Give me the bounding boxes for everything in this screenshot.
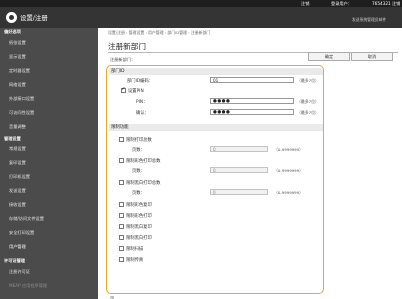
breadcrumb[interactable]: 设置/注册 : 管理设置 : 用户管理 : 部门ID管理 : 注册新部门 bbox=[108, 30, 210, 36]
restrict-item-checkbox[interactable] bbox=[119, 213, 124, 218]
dept-id-input[interactable]: 01 bbox=[210, 77, 294, 83]
restrict-item-checkbox[interactable] bbox=[119, 224, 124, 229]
limit-total-checkbox[interactable] bbox=[119, 137, 124, 142]
sidebar-item[interactable]: 安全打印设置 bbox=[9, 230, 34, 236]
pin-label: PIN： bbox=[136, 100, 148, 105]
main-content: 设置/注册 : 管理设置 : 用户管理 : 部门ID管理 : 注册新部门 注册新… bbox=[98, 28, 402, 299]
pin-hint: （最多7位） bbox=[297, 99, 319, 104]
sidebar-category: 管理设置 bbox=[4, 136, 21, 141]
sidebar-item[interactable]: 音量调整 bbox=[9, 124, 26, 130]
limit-bw-checkbox[interactable] bbox=[119, 180, 124, 185]
sidebar-item[interactable]: 打印机设置 bbox=[9, 174, 30, 180]
limit-total-pages-input[interactable]: 0 bbox=[210, 146, 268, 152]
sidebar-item[interactable]: 注册许可证 bbox=[9, 269, 30, 275]
ok-button[interactable]: 确定 bbox=[308, 52, 350, 61]
restrict-item-label: 限制扫描 bbox=[126, 247, 144, 252]
limit-color-range-hint: （0-9999999） bbox=[274, 168, 303, 173]
restrict-item-checkbox[interactable] bbox=[119, 246, 124, 251]
set-pin-label: 设置PIN bbox=[128, 89, 144, 94]
sidebar-category: 偏好选项 bbox=[4, 29, 21, 34]
restrict-item-checkbox[interactable] bbox=[119, 235, 124, 240]
limit-total-label: 限制打印总数 bbox=[126, 138, 152, 143]
restrict-item-checkbox[interactable] bbox=[119, 202, 124, 207]
limit-color-pages-input[interactable]: 0 bbox=[210, 167, 268, 173]
app-header: 设置/注册 发送系统管理员邮件 bbox=[0, 7, 402, 28]
dept-id-hint: （最多7位） bbox=[297, 78, 319, 83]
send-admin-mail-link[interactable]: 发送系统管理员邮件 bbox=[352, 17, 386, 23]
limit-total-range-hint: （0-9999999） bbox=[274, 147, 303, 152]
restrict-item-label: 限制黑白复印 bbox=[126, 225, 152, 230]
restrict-item-label: 限制彩色复印 bbox=[126, 203, 152, 208]
sidebar-item[interactable]: 存储/访问文件设置 bbox=[9, 216, 44, 222]
sidebar: 偏好选项管理设置许可证管理 纸张设置显示设置定时器设置网络设置外部接口设置 可访问性… bbox=[0, 28, 98, 299]
sidebar-item[interactable]: 接收设置 bbox=[9, 202, 26, 208]
restrict-group-header: 限制功能 bbox=[109, 124, 323, 131]
cancel-button[interactable]: 取消 bbox=[351, 52, 393, 61]
restrict-item-label: 限制彩色打印 bbox=[126, 214, 152, 219]
confirm-pin-hint: （最多7位） bbox=[297, 110, 319, 115]
sidebar-item[interactable]: 外部接口设置 bbox=[9, 96, 34, 102]
sidebar-item[interactable]: 可访问性设置 bbox=[9, 110, 34, 116]
sidebar-item[interactable]: MEAP 应用程序管理 bbox=[9, 283, 47, 289]
top-status-bar: 注销 登录用户： 7654321 注销 bbox=[0, 0, 402, 7]
limit-bw-pages-label: 页数： bbox=[132, 191, 145, 196]
limit-color-pages-label: 页数： bbox=[132, 169, 145, 174]
dept-id-label: 部门ID编码： bbox=[127, 79, 154, 84]
page-title: 注册新部门 bbox=[108, 42, 146, 51]
sidebar-item[interactable]: 常规设置 bbox=[9, 146, 26, 152]
dept-id-group-header: 部门ID bbox=[109, 68, 323, 75]
settings-logo-icon bbox=[6, 12, 17, 23]
set-pin-checkbox[interactable] bbox=[121, 87, 126, 93]
limit-bw-pages-input[interactable]: 0 bbox=[210, 189, 268, 195]
sidebar-item[interactable]: 网络设置 bbox=[9, 82, 26, 88]
restrict-item-label: 限制传真 bbox=[126, 258, 144, 263]
limit-color-label: 限制彩色打印总数 bbox=[126, 159, 161, 164]
sidebar-item[interactable]: 定时器设置 bbox=[9, 68, 30, 74]
sidebar-item[interactable]: 复印设置 bbox=[9, 160, 26, 166]
limit-total-pages-label: 页数： bbox=[132, 148, 145, 153]
sidebar-item[interactable]: 用户管理 bbox=[9, 244, 26, 250]
limit-bw-range-hint: （0-9999999） bbox=[274, 190, 303, 195]
confirm-pin-input[interactable]: ●●●● bbox=[210, 109, 294, 115]
app-title: 设置/注册 bbox=[20, 14, 48, 22]
restrict-item-checkbox[interactable] bbox=[119, 257, 124, 262]
limit-bw-label: 限制黑白打印总数 bbox=[126, 181, 161, 186]
section-label: 注册新部门： bbox=[110, 57, 136, 62]
restrict-item-label: 限制黑白打印 bbox=[126, 236, 152, 241]
sidebar-category: 许可证管理 bbox=[4, 258, 25, 263]
sidebar-item[interactable]: 显示设置 bbox=[9, 54, 26, 60]
pin-input[interactable]: ●●●● bbox=[210, 98, 294, 104]
confirm-pin-label: 确认： bbox=[136, 111, 149, 116]
sidebar-item[interactable]: 发送设置 bbox=[9, 188, 26, 194]
limit-color-checkbox[interactable] bbox=[119, 158, 124, 163]
sidebar-item[interactable]: 纸张设置 bbox=[9, 40, 26, 46]
